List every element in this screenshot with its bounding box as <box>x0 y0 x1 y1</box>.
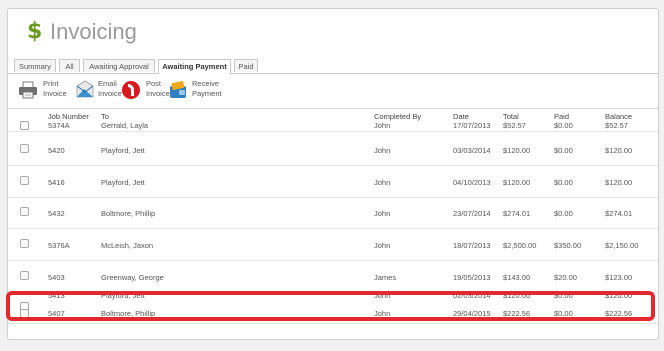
cell-total: $120.00 <box>503 178 531 187</box>
tab-label: All <box>65 62 74 71</box>
table-row[interactable]: 5403 Greenway, George James 19/05/2013 $… <box>8 261 658 293</box>
table-row[interactable]: 5432 Boltmore, Phillip John 23/07/2014 $… <box>8 197 658 229</box>
tab-label: Summary <box>18 62 52 71</box>
print-invoice-button[interactable]: Print Invoice <box>18 78 70 104</box>
cell-date: 03/03/2014 <box>453 146 491 155</box>
cell-date: 19/05/2013 <box>453 273 491 282</box>
cell-job: 5376A <box>48 241 70 250</box>
print-line1: Print <box>43 79 59 88</box>
table-row[interactable]: 5376A McLeish, Jaxon John 18/07/2013 $2,… <box>8 229 658 261</box>
row-checkbox[interactable] <box>20 121 29 130</box>
cell-date: 04/10/2013 <box>453 178 491 187</box>
tab-label: Awaiting Payment <box>162 62 227 71</box>
print-invoice-label: Print Invoice <box>43 79 67 99</box>
cell-balance: $123.00 <box>605 273 633 282</box>
cell-completed-by: John <box>374 209 391 218</box>
cell-to: Gerrald, Layla <box>101 121 149 130</box>
cell-completed-by: John <box>374 146 391 155</box>
table-row[interactable]: 5374A Gerrald, Layla John 17/07/2013 $52… <box>8 119 658 132</box>
tab-bar: Summary All Awaiting Approval Awaiting P… <box>8 59 658 74</box>
email-line2: Invoice <box>98 89 122 98</box>
table-row[interactable]: 5416 Playford, Jett John 04/10/2013 $120… <box>8 166 658 198</box>
cell-job: 5432 <box>48 209 65 218</box>
cell-balance: $120.00 <box>605 178 633 187</box>
row-checkbox[interactable] <box>20 271 29 280</box>
cell-completed-by: John <box>374 178 391 187</box>
post-line2: Invoice <box>146 89 170 98</box>
cell-completed-by: James <box>374 273 397 282</box>
cell-balance: $274.01 <box>605 209 633 218</box>
cell-balance: $2,150.00 <box>605 241 639 250</box>
cell-paid: $20.00 <box>554 273 577 282</box>
table-row[interactable]: 5420 Playford, Jett John 03/03/2014 $120… <box>8 134 658 166</box>
tab-label: Paid <box>238 62 254 71</box>
cell-to: Playford, Jett <box>101 146 145 155</box>
toolbar: PrintInvoice EmailInvoice PostInvoice <box>8 76 658 109</box>
post-icon <box>122 81 140 99</box>
cell-job: 5374A <box>48 121 70 130</box>
post-invoice-button[interactable]: Post Invoice <box>121 78 170 104</box>
printer-icon <box>19 81 37 99</box>
cell-total: $274.01 <box>503 209 531 218</box>
cell-to: McLeish, Jaxon <box>101 241 154 250</box>
cell-job: 5416 <box>48 178 65 187</box>
row-highlight-annotation <box>6 291 655 321</box>
cell-date: 18/07/2013 <box>453 241 491 250</box>
email-line1: Email <box>98 79 117 88</box>
page-title: Invoicing <box>50 19 137 44</box>
cell-completed-by: John <box>374 241 391 250</box>
cell-completed-by: John <box>374 121 391 130</box>
envelope-icon <box>76 80 94 98</box>
receive-line1: Receive <box>192 79 220 88</box>
tab-awaiting-payment[interactable]: Awaiting Payment <box>158 59 231 74</box>
receive-payment-label: Receive Payment <box>192 79 222 99</box>
header: $ Invoicing <box>8 9 658 57</box>
cell-to: Playford, Jett <box>101 178 145 187</box>
cell-to: Boltmore, Phillip <box>101 209 156 218</box>
cell-job: 5420 <box>48 146 65 155</box>
cell-date: 23/07/2014 <box>453 209 491 218</box>
cell-job: 5403 <box>48 273 65 282</box>
cell-paid: $350.00 <box>554 241 582 250</box>
page: { "header": { "icon": "dollar-icon", "ti… <box>0 0 664 351</box>
cell-paid: $0.00 <box>554 209 573 218</box>
receive-line2: Payment <box>192 89 222 98</box>
cell-to: Greenway, George <box>101 273 164 282</box>
cell-total: $120.00 <box>503 146 531 155</box>
dollar-icon: $ <box>27 19 43 44</box>
cell-paid: $0.00 <box>554 146 573 155</box>
cell-total: $143.00 <box>503 273 531 282</box>
cell-balance: $52.57 <box>605 121 628 130</box>
row-checkbox[interactable] <box>20 144 29 153</box>
cell-total: $2,500.00 <box>503 241 537 250</box>
payment-icon <box>170 81 186 98</box>
tab-summary[interactable]: Summary <box>14 59 56 72</box>
row-checkbox[interactable] <box>20 207 29 216</box>
cell-date: 17/07/2013 <box>453 121 491 130</box>
email-invoice-label: Email Invoice <box>98 79 122 99</box>
row-checkbox[interactable] <box>20 239 29 248</box>
post-line1: Post <box>146 79 162 88</box>
receive-payment-button[interactable]: Receive Payment <box>168 78 228 104</box>
tab-paid[interactable]: Paid <box>234 59 258 72</box>
tab-label: Awaiting Approval <box>89 62 149 71</box>
cell-total: $52.57 <box>503 121 526 130</box>
post-invoice-label: Post Invoice <box>146 79 170 99</box>
email-invoice-button[interactable]: Email Invoice <box>75 78 125 104</box>
cell-paid: $0.00 <box>554 121 573 130</box>
row-checkbox[interactable] <box>20 176 29 185</box>
tab-awaiting-approval[interactable]: Awaiting Approval <box>83 59 155 72</box>
cell-balance: $120.00 <box>605 146 633 155</box>
cell-paid: $0.00 <box>554 178 573 187</box>
tab-all[interactable]: All <box>59 59 80 72</box>
print-line2: Invoice <box>43 89 67 98</box>
